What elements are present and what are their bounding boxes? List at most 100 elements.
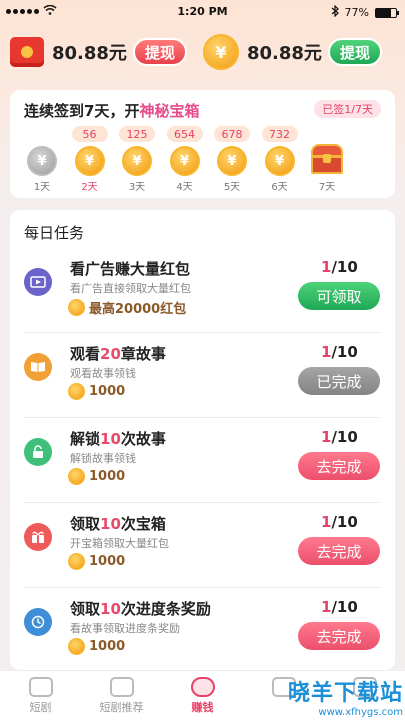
coin-icon: ¥ [74, 146, 105, 176]
coin-icon: ¥ [169, 146, 200, 176]
signin-day-7[interactable]: 7天 [309, 126, 345, 194]
signin-days: ¥1天 56 ¥2天 125 ¥3天 654 ¥4天 678 ¥5天 732 ¥6天 7天 [24, 126, 381, 194]
unlock-icon [24, 438, 52, 466]
task-description: 看广告直接领取大量红包 [70, 282, 191, 295]
day-reward: 56 [71, 126, 108, 142]
day-label: 1天 [33, 182, 51, 193]
task-reward-text: 1000 [89, 384, 126, 399]
status-bar: 1:20 PM 77% [0, 0, 405, 24]
task-description: 开宝箱领取大量红包 [70, 537, 169, 550]
task-reward: 1000 [68, 383, 125, 400]
signin-card: 连续签到7天，开神秘宝箱 已签1/7天 ¥1天 56 ¥2天 125 ¥3天 654 ¥4天… [10, 90, 395, 198]
nav-icon [28, 677, 53, 697]
task-item: 看广告赚大量红包看广告直接领取大量红包最高20000红包 1/10 可领取 [10, 248, 395, 333]
task-progress: 1/10 [321, 598, 358, 616]
task-progress-total: /10 [331, 598, 358, 616]
task-item: 观看20章故事 观看故事领钱 1000 1/10 已完成 [10, 333, 395, 418]
day-reward: 732 [261, 126, 298, 142]
task-progress: 1/10 [321, 258, 358, 276]
signin-day-6[interactable]: 732 ¥6天 [261, 126, 298, 194]
task-name: 看广告赚大量红包 [70, 258, 190, 279]
task-name: 领取10次宝箱 [70, 513, 166, 534]
task-action-button[interactable]: 去完成 [298, 452, 380, 480]
signin-day-1[interactable]: ¥1天 [24, 126, 60, 194]
coin-icon [68, 468, 85, 485]
day-label: 4天 [176, 182, 193, 193]
task-action-button[interactable]: 去完成 [298, 622, 380, 650]
coin-icon: ¥ [264, 146, 295, 176]
task-name: 领取10次进度条奖励 [70, 598, 211, 619]
task-progress-total: /10 [331, 258, 358, 276]
task-progress-current: 1 [321, 598, 332, 616]
task-name-text: 观看 [70, 345, 101, 363]
task-name-suffix: 次进度条奖励 [120, 600, 211, 618]
nav-item-2[interactable]: 短剧推荐 [81, 675, 162, 719]
task-name-count: 20 [100, 345, 121, 363]
task-name-suffix: 次故事 [120, 430, 166, 448]
coin-icon [68, 553, 85, 570]
task-name: 解锁10次故事 [70, 428, 166, 449]
task-action-button[interactable]: 已完成 [298, 367, 380, 395]
coin-icon [68, 638, 85, 655]
day-reward: 125 [119, 126, 155, 142]
task-progress-current: 1 [321, 513, 332, 531]
daily-tasks-title: 每日任务 [24, 224, 85, 242]
task-progress-total: /10 [331, 428, 358, 446]
task-description: 观看故事领钱 [70, 367, 136, 380]
task-action-button[interactable]: 去完成 [298, 537, 380, 565]
treasure-chest-icon[interactable] [311, 144, 343, 174]
task-name-count: 10 [100, 515, 121, 533]
watermark-url: www.xfhygs.com [318, 707, 403, 718]
task-item: 解锁10次故事 解锁故事领钱 1000 1/10 去完成 [10, 418, 395, 503]
nav-icon [190, 677, 215, 697]
task-reward-text: 最高20000红包 [89, 302, 187, 317]
task-progress-current: 1 [321, 258, 332, 276]
bluetooth-icon [331, 4, 339, 20]
daily-tasks-card: 每日任务 看广告赚大量红包看广告直接领取大量红包最高20000红包 1/10 可领取… [10, 210, 395, 670]
watermark-title: 晓羊下载站 [287, 681, 403, 706]
coin-amount: 80.88元 [247, 43, 322, 64]
task-name-count: 10 [100, 600, 121, 618]
task-name: 观看20章故事 [70, 343, 166, 364]
task-name-suffix: 章故事 [120, 345, 166, 363]
signin-day-3[interactable]: 125 ¥3天 [119, 126, 155, 194]
task-name-text: 看广告赚大量红包 [70, 260, 191, 278]
clock-icon [24, 608, 52, 636]
day-label: 6天 [271, 182, 288, 193]
task-reward: 1000 [68, 638, 125, 655]
coin-icon [68, 299, 85, 316]
signin-status-badge: 已签1/7天 [314, 100, 381, 118]
signin-day-5[interactable]: 678 ¥5天 [214, 126, 250, 194]
task-name-suffix: 次宝箱 [120, 515, 166, 533]
task-progress-total: /10 [331, 513, 358, 531]
task-reward: 1000 [68, 468, 125, 485]
signin-day-4[interactable]: 654 ¥4天 [166, 126, 203, 194]
nav-label: 短剧推荐 [99, 701, 144, 714]
coin-claimed-icon: ¥ [27, 146, 57, 176]
signin-title-highlight: 神秘宝箱 [139, 102, 200, 120]
battery-percent: 77% [344, 6, 369, 19]
task-action-button[interactable]: 可领取 [298, 282, 380, 310]
day-label: 2天 [81, 182, 98, 193]
day-label: 5天 [223, 182, 241, 193]
coin-icon: ¥ [122, 146, 152, 176]
signin-title-text: 连续签到7天，开 [24, 102, 140, 120]
nav-label: 赚钱 [191, 701, 214, 714]
coin-icon: ¥ [217, 146, 247, 176]
task-description: 看故事领取进度条奖励 [70, 622, 180, 635]
coin-icon [68, 383, 85, 400]
video-icon [24, 268, 52, 296]
nav-item-1[interactable]: 短剧 [0, 675, 81, 719]
signin-day-2[interactable]: 56 ¥2天 [71, 126, 108, 194]
day-label: 3天 [128, 182, 146, 193]
signin-title: 连续签到7天，开神秘宝箱 [24, 100, 199, 121]
task-progress: 1/10 [321, 428, 358, 446]
nav-item-3[interactable]: 赚钱 [162, 675, 243, 719]
task-reward-text: 1000 [89, 554, 126, 569]
balance-row: 80.88元 提现 ¥ 80.88元 提现 [10, 34, 395, 70]
withdraw-coin-button[interactable]: 提现 [327, 38, 382, 66]
day-reward: 678 [214, 126, 250, 142]
red-packet-balance: 80.88元 提现 [10, 34, 187, 70]
coin-icon: ¥ [203, 34, 239, 70]
withdraw-red-packet-button[interactable]: 提现 [132, 38, 187, 66]
